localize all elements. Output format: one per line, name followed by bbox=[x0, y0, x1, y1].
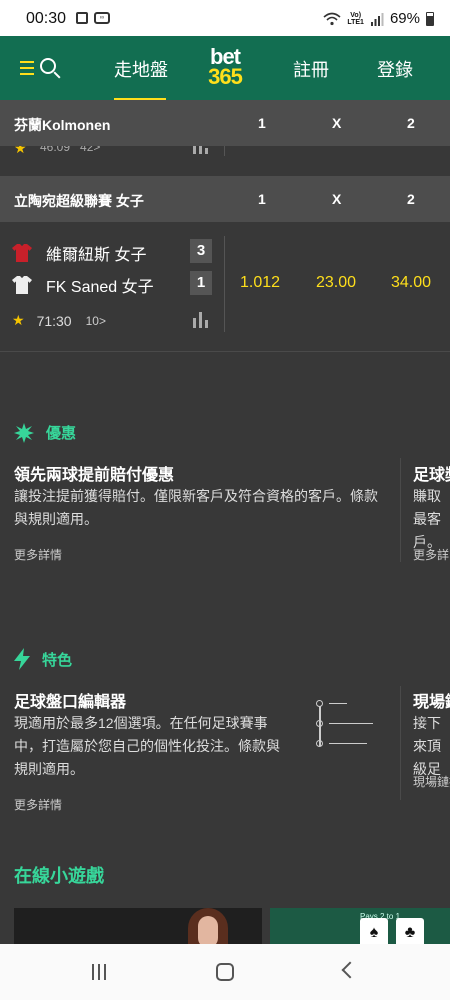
stats-icon[interactable] bbox=[192, 312, 210, 328]
feature-card-text: 現適用於最多12個選項。在任何足球賽事中，打造屬於您自己的個性化投注。條款與規則… bbox=[14, 715, 280, 777]
signal-icon bbox=[370, 12, 384, 26]
offer-card-title[interactable]: 足球獎 bbox=[413, 461, 450, 485]
game-tile-blackjack[interactable]: Pays 2 to 1 ♠ ♣ bbox=[270, 908, 450, 948]
bet-builder-icon bbox=[316, 700, 378, 752]
match-time: 71:30 bbox=[36, 312, 72, 329]
competition-name: 立陶宛超級聯賽 女子 bbox=[14, 193, 144, 209]
shirt-icon bbox=[12, 244, 32, 262]
partial-match-row[interactable]: ★ 46:09 42> bbox=[0, 146, 450, 176]
back-icon[interactable] bbox=[341, 961, 359, 979]
burst-icon bbox=[14, 422, 34, 443]
offers-section-title: 優惠 bbox=[14, 422, 76, 443]
offer-card-text: 賺取最客戶。 bbox=[413, 488, 441, 550]
home-team: 維爾紐斯 女子 bbox=[12, 241, 146, 265]
stats-icon[interactable] bbox=[192, 146, 210, 154]
star-icon[interactable]: ★ bbox=[12, 312, 25, 329]
tab-in-play[interactable]: 走地盤 bbox=[114, 56, 168, 82]
recent-apps-icon[interactable] bbox=[92, 964, 106, 980]
offer-card-title[interactable]: 領先兩球提前賠付優惠 bbox=[14, 461, 174, 485]
star-icon: ★ bbox=[14, 146, 27, 156]
competition-header[interactable]: 立陶宛超級聯賽 女子 1 X 2 bbox=[0, 176, 450, 222]
column-draw: X bbox=[332, 191, 342, 207]
match-footer: ★ 71:30 10> bbox=[12, 312, 106, 329]
odds-away[interactable]: 34.00 bbox=[391, 274, 431, 292]
odds-home[interactable]: 1.012 bbox=[240, 274, 280, 292]
offer-more-details-link[interactable]: 更多詳情 bbox=[14, 546, 62, 563]
home-icon[interactable] bbox=[216, 963, 234, 981]
offer-card-text: 讓投注提前獲得賠付。僅限新客戶及符合資格的客戶。條款與規則適用。 bbox=[14, 488, 378, 527]
feature-card-title[interactable]: 現場鏈 bbox=[413, 688, 450, 712]
game-tile-live-dealer[interactable] bbox=[14, 908, 262, 948]
mini-games-title: 在線小遊戲 bbox=[14, 866, 104, 886]
battery-percent: 69% bbox=[389, 10, 420, 27]
away-team: FK Saned 女子 bbox=[12, 273, 154, 297]
odds-draw[interactable]: 23.00 bbox=[316, 274, 356, 292]
column-draw: X bbox=[332, 115, 342, 131]
shirt-icon bbox=[12, 276, 32, 294]
feature-card-text: 接下來頂級足 bbox=[413, 715, 441, 777]
hamburger-menu-icon[interactable] bbox=[20, 61, 34, 79]
column-home: 1 bbox=[258, 191, 266, 207]
network-label: Vo) LTE1 bbox=[347, 11, 364, 26]
match-row[interactable]: 維爾紐斯 女子 3 FK Saned 女子 1 1.012 23.00 34.0… bbox=[0, 222, 450, 352]
bet365-logo[interactable]: bet 365 bbox=[199, 46, 251, 88]
away-score: 1 bbox=[190, 271, 212, 295]
status-time: 00:30 bbox=[26, 10, 67, 27]
menu-search-group[interactable] bbox=[20, 58, 60, 82]
feature-more-details-link[interactable]: 更多詳情 bbox=[14, 796, 62, 813]
search-icon[interactable] bbox=[40, 58, 56, 74]
feature-more-details-link[interactable]: 現場鏈接 bbox=[413, 773, 450, 790]
system-nav-bar bbox=[0, 944, 450, 1000]
notification-icon bbox=[76, 12, 88, 24]
feature-card-title[interactable]: 足球盤口編輯器 bbox=[14, 688, 126, 712]
register-link[interactable]: 註冊 bbox=[293, 56, 329, 82]
status-bar: 00:30 ∞ Vo) LTE1 69% bbox=[0, 0, 450, 36]
app-notification-icon: ∞ bbox=[94, 12, 110, 24]
lightning-icon bbox=[14, 648, 30, 670]
competition-name: 芬蘭Kolmonen bbox=[14, 117, 111, 133]
more-markets-link[interactable]: 10> bbox=[86, 314, 106, 328]
wifi-icon bbox=[323, 12, 341, 25]
app-header: 走地盤 bet 365 註冊 登錄 bbox=[0, 36, 450, 101]
column-home: 1 bbox=[258, 115, 266, 131]
home-score: 3 bbox=[190, 239, 212, 263]
features-section-title: 特色 bbox=[14, 648, 72, 670]
battery-icon bbox=[426, 11, 434, 26]
offer-more-details-link[interactable]: 更多詳 bbox=[413, 546, 449, 563]
column-away: 2 bbox=[407, 191, 415, 207]
column-away: 2 bbox=[407, 115, 415, 131]
competition-header[interactable]: 芬蘭Kolmonen 1 X 2 bbox=[0, 100, 450, 146]
login-link[interactable]: 登錄 bbox=[377, 56, 413, 82]
